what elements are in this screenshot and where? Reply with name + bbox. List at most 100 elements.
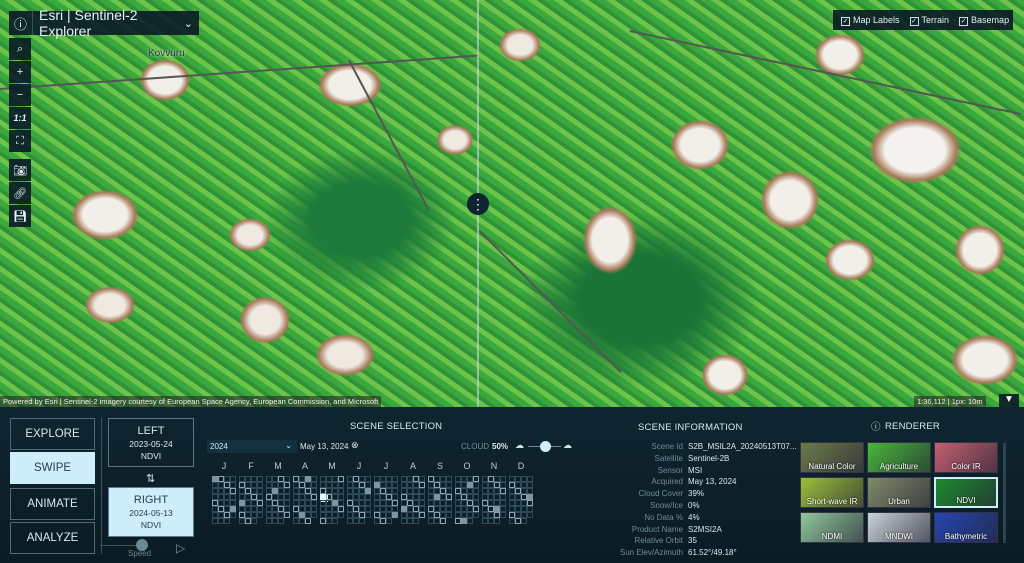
scene-info-label: Cloud Cover <box>638 489 683 499</box>
calendar-day <box>473 512 479 518</box>
scene-info-label: Relative Orbit <box>634 536 683 546</box>
checkbox-icon[interactable]: ✓ <box>959 16 969 26</box>
zoom-one-to-one-button[interactable]: 1:1 <box>9 107 31 129</box>
cloud-low-icon: ☁︎ <box>515 440 524 450</box>
scene-selection-title: SCENE SELECTION <box>350 421 443 432</box>
renderer-scrollbar[interactable] <box>1003 443 1006 543</box>
scene-info-value: 4% <box>688 512 700 522</box>
toggle-terrain[interactable]: ✓ Terrain <box>909 15 949 26</box>
app-title-bar[interactable]: ⓘ Esri | Sentinel-2 Explorer ⌄ <box>9 7 199 39</box>
mode-analyze[interactable]: ANALYZE <box>10 522 95 554</box>
calendar-day[interactable] <box>284 512 290 518</box>
info-icon[interactable]: ⓘ <box>9 11 33 35</box>
renderer-label: Agriculture <box>879 462 919 471</box>
right-scene-button[interactable]: RIGHT 2024-05-13 NDVI <box>108 487 194 537</box>
calendar-day <box>359 518 365 524</box>
year-value: 2024 <box>210 442 228 451</box>
renderer-bathymetric[interactable]: Bathymetric <box>934 512 998 543</box>
month-label: A <box>409 461 416 471</box>
year-select[interactable]: 2024 ⌄ <box>207 440 297 453</box>
renderer-short-wave-ir[interactable]: Short-wave IR <box>800 477 864 508</box>
renderer-label: Natural Color <box>808 462 856 471</box>
checkbox-icon[interactable]: ✓ <box>841 16 850 26</box>
clear-date-icon[interactable]: ⊗ <box>351 440 359 451</box>
renderer-ndmi[interactable]: NDMI <box>800 512 864 543</box>
scene-info-value: MSI <box>688 465 703 475</box>
calendar-day <box>278 518 284 524</box>
link-icon[interactable]: 🔗︎ <box>9 182 31 204</box>
chevron-down-icon[interactable]: ⌄ <box>184 17 199 30</box>
calendar-day[interactable] <box>419 512 425 518</box>
renderer-mndwi[interactable]: MNDWI <box>867 512 931 543</box>
renderer-label: NDMI <box>821 532 843 541</box>
calendar-day <box>413 518 419 524</box>
toggle-basemap[interactable]: ✓ Basemap <box>959 15 1009 26</box>
calendar-day <box>332 518 338 524</box>
road <box>478 230 622 373</box>
scene-info-label: Sensor <box>657 465 683 475</box>
mode-explore[interactable]: EXPLORE <box>10 418 95 450</box>
calendar-day <box>257 512 263 518</box>
info-icon[interactable]: ⓘ <box>871 419 881 433</box>
swap-icon[interactable]: ⇅ <box>146 472 155 485</box>
renderer-label: NDVI <box>956 496 976 505</box>
place-label: Kovvuru <box>148 48 185 59</box>
selected-date: May 13, 2024 <box>300 442 349 451</box>
calendar-day <box>224 518 230 524</box>
road <box>348 60 430 212</box>
month-label: O <box>463 461 471 471</box>
mode-swipe[interactable]: SWIPE <box>10 452 95 484</box>
save-icon[interactable]: 💾︎ <box>9 205 31 227</box>
swipe-handle[interactable]: ⋮ <box>467 193 489 215</box>
cloud-value: 50% <box>492 442 509 451</box>
play-icon[interactable]: ▷ <box>176 541 192 557</box>
calendar-day <box>527 512 533 518</box>
scene-info-label: No Data % <box>644 512 683 522</box>
calendar-day[interactable] <box>392 512 398 518</box>
scene-info-label: Product Name <box>631 524 683 534</box>
renderer-natural-color[interactable]: Natural Color <box>800 442 864 473</box>
road <box>629 30 1022 116</box>
mode-animate[interactable]: ANIMATE <box>10 488 95 520</box>
map-view[interactable]: Kovvuru ⋮ ⓘ Esri | Sentinel-2 Explorer ⌄… <box>0 0 1024 407</box>
renderer-urban[interactable]: Urban <box>867 477 931 508</box>
calendar-day[interactable] <box>305 518 311 524</box>
renderer-agriculture[interactable]: Agriculture <box>867 442 931 473</box>
zoom-out-button[interactable]: − <box>9 84 31 106</box>
cloud-label: CLOUD <box>461 442 490 451</box>
renderer-label: Urban <box>888 497 910 506</box>
search-icon[interactable]: ⌕ <box>9 38 31 60</box>
month-label: S <box>436 461 443 471</box>
month-label: F <box>248 461 254 471</box>
scene-info-label: Acquired <box>651 477 683 487</box>
calendar-day <box>338 512 344 518</box>
renderer-label: Bathymetric <box>944 532 988 541</box>
cloud-slider-thumb[interactable] <box>539 441 551 452</box>
scene-info-title: SCENE INFORMATION <box>638 422 743 433</box>
calendar-day <box>500 512 506 518</box>
month-label: M <box>274 461 282 471</box>
month-label: J <box>383 461 389 471</box>
zoom-extent-icon[interactable]: ⛶ <box>9 130 31 152</box>
zoom-in-button[interactable]: + <box>9 61 31 83</box>
left-label: LEFT <box>137 425 165 437</box>
renderer-ndvi[interactable]: NDVI <box>934 477 998 508</box>
month-label: M <box>328 461 336 471</box>
left-renderer: NDVI <box>140 451 162 461</box>
screenshot-camera-icon[interactable]: 📷︎ <box>9 159 31 181</box>
scene-info-value: S2MSI2A <box>688 524 722 534</box>
calendar-day <box>311 512 317 518</box>
renderer-color-ir[interactable]: Color IR <box>934 442 998 473</box>
checkbox-icon[interactable]: ✓ <box>909 16 919 26</box>
scene-info-label: Scene Id <box>651 442 683 451</box>
divider <box>101 418 102 554</box>
scene-info-label: Snow/Ice <box>650 501 683 510</box>
calendar-day <box>521 518 527 524</box>
scene-info-value: S2B_MSIL2A_20240513T07... <box>688 442 797 451</box>
month-label: N <box>490 461 498 471</box>
cloud-high-icon: ☁︎ <box>563 440 572 450</box>
calendar-day[interactable] <box>440 518 446 524</box>
toggle-map-labels[interactable]: ✓ Map Labels <box>841 15 900 26</box>
collapse-panel-button[interactable]: ▼ <box>999 394 1019 407</box>
left-scene-button[interactable]: LEFT 2023-05-24 NDVI <box>108 418 194 467</box>
